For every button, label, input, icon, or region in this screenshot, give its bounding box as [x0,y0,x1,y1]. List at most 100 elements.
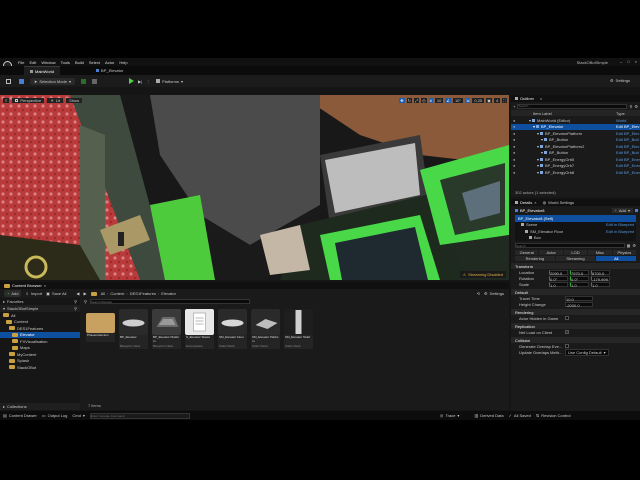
visibility-icon[interactable]: ● [513,118,515,123]
chevron-down-icon[interactable]: ▾ [537,163,539,168]
grid-view-icon[interactable]: ▦ [627,243,631,248]
asset-tile[interactable]: BP_Elevator Blueprint Class [119,309,148,349]
play-icon[interactable] [128,78,134,84]
folder-tree-item[interactable]: StackOBot [0,364,80,371]
maximize-viewport-icon[interactable]: ⛶ [502,97,507,103]
derived-data-button[interactable]: ▥ Derived Data [474,413,503,418]
selection-mode-dropdown[interactable]: ➤ Selection Mode ▾ [30,77,75,85]
outliner-row-type[interactable]: Edit BP_Elev [616,124,640,129]
blueprint-menu-icon[interactable] [19,78,24,84]
filter-actor[interactable]: Actor [539,249,563,255]
chevron-down-icon[interactable]: ▾ [537,131,539,136]
tab-bp-elevator[interactable]: BP_Elevator [90,66,129,75]
chevron-down-icon[interactable]: ▾ [533,124,535,129]
outliner-row-type[interactable]: Edit BP_Butt [616,137,640,142]
visibility-icon[interactable]: ● [513,157,515,162]
net-load-checkbox[interactable]: ✓ [565,330,569,334]
filter-streaming[interactable]: Streaming [555,255,596,261]
menu-tools[interactable]: Tools [61,60,70,65]
save-all-button[interactable]: ▣ Save All [46,291,66,296]
grid-snap-icon[interactable]: # [428,97,433,103]
chevron-down-icon[interactable]: ▾ [529,118,531,123]
content-settings-button[interactable]: ⚙ Settings [484,291,504,296]
content-icon[interactable] [80,78,86,84]
asset-tile[interactable]: S_Elevator States Enumeration [185,309,214,349]
minimize-icon[interactable]: – [620,59,622,64]
filter-all[interactable]: All [596,255,637,261]
details-search-input[interactable] [515,243,625,248]
scale-y[interactable]: 1.0 [570,281,589,288]
outliner-row-type[interactable]: Edit BP_Elev [616,131,640,136]
menu-actor[interactable]: Actor [105,60,114,65]
filter-lod[interactable]: LOD [563,249,588,255]
chevron-down-icon[interactable]: ▾ [537,144,539,149]
filter-icon[interactable]: ⚲ [84,299,87,304]
filter-misc[interactable]: Misc [588,249,612,255]
scale-z[interactable]: 1.0 [591,281,610,288]
angle-snap-icon[interactable]: ∠ [445,97,451,103]
filter-icon[interactable]: ⚲ [629,104,632,109]
visibility-icon[interactable]: ● [513,163,515,168]
snap-move-value[interactable]: 10 [434,97,444,103]
visibility-icon[interactable]: ● [513,144,515,149]
content-search-input[interactable] [89,299,250,304]
forward-icon[interactable]: ▶ [83,291,86,296]
viewport-menu-icon[interactable]: ≡ [3,97,10,103]
rotate-icon[interactable]: ↻ [406,97,412,103]
location-x[interactable]: 2090.0 [549,269,568,276]
more-options-icon[interactable]: ⋮ [146,79,150,84]
settings-icon[interactable]: ⚙ [632,243,636,248]
scale-icon[interactable]: ⤢ [413,97,420,103]
revision-control-button[interactable]: ⇅ Revision Control [536,413,571,418]
camera-speed-value[interactable]: 4 [493,97,501,103]
asset-tile[interactable]: SM_Elevator Platform Static Mesh [251,309,280,349]
tab-world-settings[interactable]: ◍ World Settings [543,200,574,205]
visibility-icon[interactable]: ● [513,137,515,142]
col-item-label[interactable]: Item Label [533,111,616,116]
location-z[interactable]: 6700.0 [591,269,610,276]
show-button[interactable]: Show [66,97,83,103]
asset-tile[interactable]: BP_Elevator Platform Blueprint Class [152,309,181,349]
outliner-row-type[interactable]: Edit BP_Ener [616,157,640,162]
cmd-dropdown[interactable]: Cmd ▾ [72,413,84,418]
add-component-button[interactable]: + Add ▾ [611,207,633,213]
close-icon[interactable]: × [44,283,46,288]
back-icon[interactable]: ◀ [76,291,79,296]
filter-physics[interactable]: Physics [612,249,637,255]
visibility-icon[interactable]: ● [513,150,515,155]
menu-help[interactable]: Help [119,60,127,65]
history-icon[interactable]: ⟲ [477,291,480,296]
menu-edit[interactable]: Edit [29,60,36,65]
component-row[interactable]: SM_Elevator Floor Edit in Blueprint [515,228,636,235]
col-type[interactable]: Type [616,111,640,116]
all-saved-button[interactable]: ✓ All Saved [509,413,531,418]
perspective-button[interactable]: Perspective [12,97,45,103]
filter-general[interactable]: General [515,249,539,255]
close-icon[interactable]: × [534,200,536,205]
move-icon[interactable]: ✥ [399,97,405,103]
asset-tile[interactable]: SM_Elevator Floor Static Mesh [218,309,247,349]
gen-overlap-checkbox[interactable] [565,344,569,348]
travel-time-field[interactable]: 10.0 [565,295,593,302]
rotation-y[interactable]: 0.0° [570,275,589,282]
settings-icon[interactable]: ⚙ [634,104,638,109]
outliner-search-input[interactable] [517,103,628,109]
level-viewport[interactable]: ≡ Perspective ☀ Lit Show ✥ ↻ ⤢ ◎ # 10 ∠ … [0,95,509,280]
step-icon[interactable]: ▶| [138,79,142,84]
breadcrumb-item[interactable]: Elevator [161,291,176,296]
blueprint-icon[interactable] [635,208,638,212]
update-overlaps-dropdown[interactable]: Use Config Default ▾ [565,349,609,356]
project-header[interactable]: ▾ StackOBotSimple ⚲ [0,305,80,312]
snap-scale-value[interactable]: 0.25 [472,97,485,103]
breadcrumb-item[interactable]: Content [110,291,124,296]
add-filter-icon[interactable]: + [513,104,515,109]
console-input[interactable] [89,412,190,419]
component-row[interactable]: Scene Edit in Blueprint [515,222,636,229]
camera-speed-icon[interactable]: ▣ [486,97,492,103]
outliner-row-type[interactable]: Edit BP_Ener [616,163,640,168]
folder-tile[interactable]: PhaseCollection [86,309,115,342]
close-icon[interactable]: × [540,96,542,101]
chevron-down-icon[interactable]: ▾ [537,157,539,162]
actor-hidden-checkbox[interactable] [565,316,569,320]
trace-button[interactable]: ◎ Trace ▾ [440,413,460,418]
